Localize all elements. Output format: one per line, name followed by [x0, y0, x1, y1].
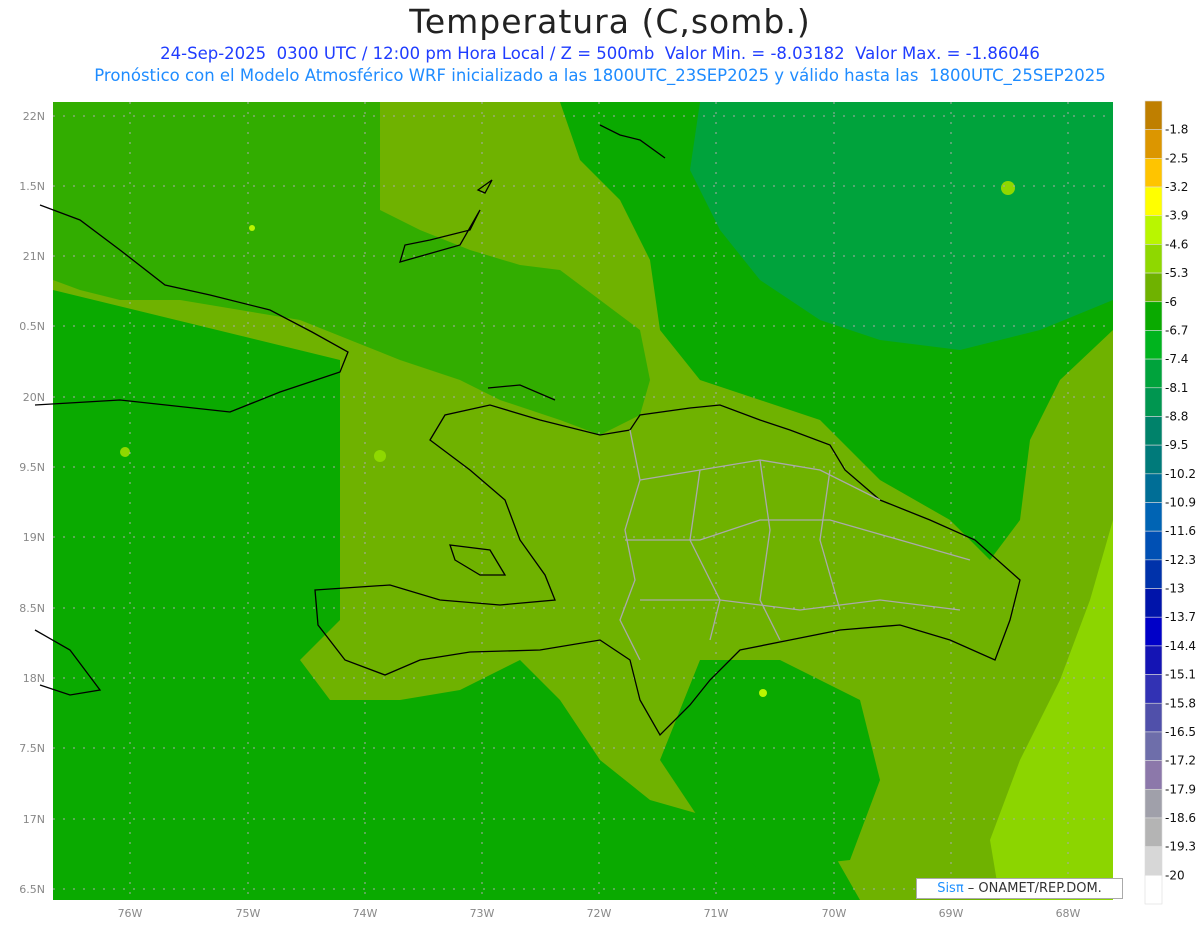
lat-label: 9.5N — [19, 461, 45, 474]
colorbar-bin — [1144, 674, 1163, 704]
credit-box: Sisπ – ONAMET/REP.DOM. — [916, 878, 1123, 899]
lat-labels: 22N 1.5N 21N 0.5N 20N 9.5N 19N 8.5N 18N … — [19, 110, 45, 896]
colorbar-label: -6 — [1165, 295, 1177, 309]
lon-label: 68W — [1056, 907, 1081, 920]
colorbar-bin — [1144, 645, 1163, 675]
colorbar-label: -15.8 — [1165, 696, 1196, 710]
lat-label: 8.5N — [19, 602, 45, 615]
colorbar-label: -13.7 — [1165, 610, 1196, 624]
lon-label: 71W — [704, 907, 729, 920]
colorbar-label: -20 — [1165, 868, 1185, 882]
colorbar-bin — [1144, 616, 1163, 647]
colorbar: -1.8 -2.5 -3.2 -3.9 -4.6 -5.3 -6 -6.7 -7.4 -8.1 -8… — [1144, 100, 1196, 905]
colorbar-label: -8.1 — [1165, 381, 1188, 395]
colorbar-bin — [1144, 731, 1163, 761]
lat-label: 18N — [23, 672, 45, 685]
colorbar-bin — [1144, 330, 1163, 360]
colorbar-bin — [1144, 702, 1163, 733]
colorbar-bin — [1144, 158, 1163, 188]
lat-label: 0.5N — [19, 320, 45, 333]
colorbar-bin — [1144, 416, 1163, 446]
colorbar-bin — [1144, 358, 1163, 389]
lon-label: 76W — [118, 907, 143, 920]
colorbar-bin — [1144, 272, 1163, 303]
lon-label: 74W — [353, 907, 378, 920]
colorbar-bin — [1144, 817, 1163, 847]
lat-label: 22N — [23, 110, 45, 123]
colorbar-label: -17.9 — [1165, 782, 1196, 796]
colorbar-bin — [1144, 129, 1163, 159]
colorbar-bin — [1144, 186, 1163, 217]
sispi-logo: Sisπ — [937, 881, 964, 896]
credit-text: – ONAMET/REP.DOM. — [963, 881, 1102, 896]
shaded-field — [53, 102, 1113, 900]
colorbar-label: -9.5 — [1165, 438, 1188, 452]
colorbar-label: -7.4 — [1165, 352, 1188, 366]
colorbar-label: -12.3 — [1165, 553, 1196, 567]
colorbar-bin — [1144, 244, 1163, 274]
colorbar-bin — [1144, 788, 1163, 819]
colorbar-bin — [1144, 760, 1163, 790]
lat-label: 21N — [23, 250, 45, 263]
colorbar-bin — [1144, 559, 1163, 589]
colorbar-label: -4.6 — [1165, 237, 1188, 251]
colorbar-label: -10.2 — [1165, 467, 1196, 481]
colorbar-label: -17.2 — [1165, 754, 1196, 768]
colorbar-label: -2.5 — [1165, 151, 1188, 165]
colorbar-bin — [1144, 530, 1163, 561]
lon-label: 72W — [587, 907, 612, 920]
colorbar-bin — [1144, 444, 1163, 475]
lon-label: 70W — [822, 907, 847, 920]
lon-labels: 76W 75W 74W 73W 72W 71W 70W 69W 68W — [118, 907, 1081, 920]
lat-label: 7.5N — [19, 742, 45, 755]
colorbar-label: -6.7 — [1165, 323, 1188, 337]
lat-label: 6.5N — [19, 883, 45, 896]
colorbar-bin — [1144, 387, 1163, 417]
colorbar-bin — [1144, 846, 1163, 876]
colorbar-bin — [1144, 301, 1163, 331]
lat-label: 17N — [23, 813, 45, 826]
colorbar-label: -3.9 — [1165, 209, 1188, 223]
lat-label: 19N — [23, 531, 45, 544]
colorbar-label: -19.3 — [1165, 840, 1196, 854]
colorbar-bin — [1144, 473, 1163, 503]
colorbar-label: -8.8 — [1165, 409, 1188, 423]
colorbar-bin — [1144, 100, 1163, 130]
lat-label: 20N — [23, 391, 45, 404]
colorbar-label: -1.8 — [1165, 123, 1188, 137]
colorbar-bin — [1144, 502, 1163, 532]
colorbar-label: -18.6 — [1165, 811, 1196, 825]
colorbar-label: -3.2 — [1165, 180, 1188, 194]
colorbar-bin — [1144, 215, 1163, 245]
colorbar-bin — [1144, 588, 1163, 618]
lat-label: 1.5N — [19, 180, 45, 193]
lon-label: 75W — [236, 907, 261, 920]
colorbar-label: -15.1 — [1165, 668, 1196, 682]
colorbar-label: -14.4 — [1165, 639, 1196, 653]
temperature-map: 22N 1.5N 21N 0.5N 20N 9.5N 19N 8.5N 18N … — [19, 100, 1196, 920]
lon-label: 69W — [939, 907, 964, 920]
colorbar-bin — [1144, 875, 1163, 905]
colorbar-label: -13 — [1165, 582, 1185, 596]
colorbar-label: -16.5 — [1165, 725, 1196, 739]
colorbar-label: -5.3 — [1165, 266, 1188, 280]
colorbar-label: -11.6 — [1165, 524, 1196, 538]
lon-label: 73W — [470, 907, 495, 920]
colorbar-label: -10.9 — [1165, 496, 1196, 510]
